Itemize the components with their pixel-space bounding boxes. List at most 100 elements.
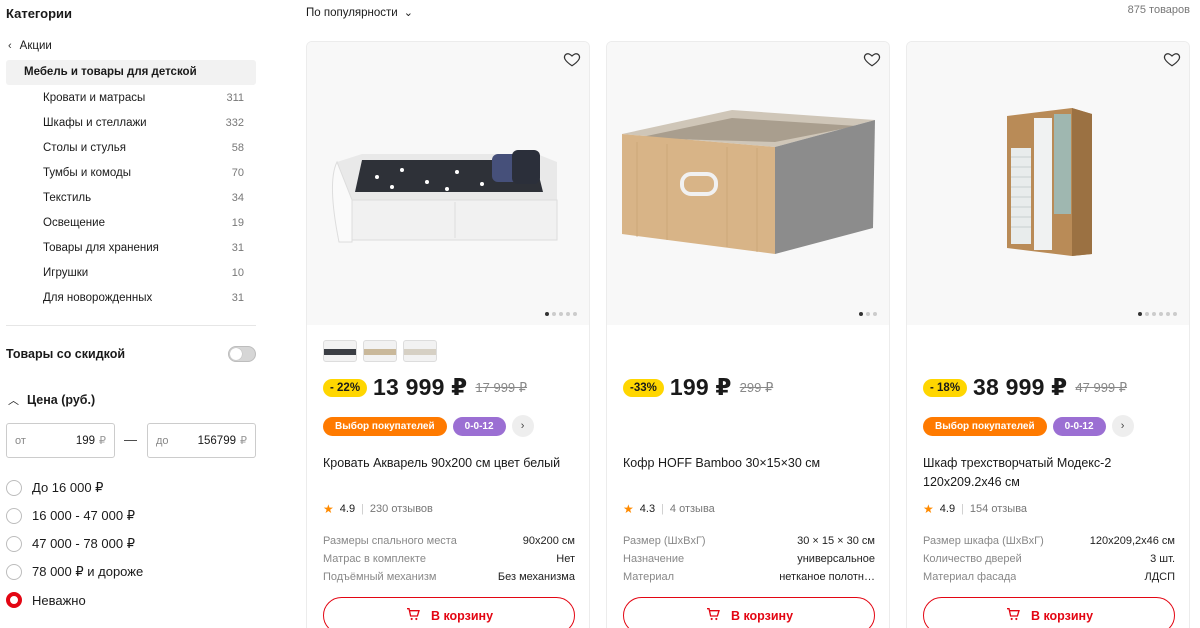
sidebar-item-toys[interactable]: Игрушки 10: [0, 260, 250, 285]
back-link[interactable]: ‹ Акции: [8, 40, 52, 52]
sidebar-item-storage[interactable]: Товары для хранения 31: [0, 235, 250, 260]
spec-row: Материал фасада ЛДСП: [923, 568, 1175, 586]
price-option-47000-78000[interactable]: 47 000 - 78 000 ₽: [6, 530, 143, 558]
image-pager[interactable]: [545, 312, 577, 316]
chevron-right-icon[interactable]: ›: [511, 415, 534, 437]
product-name[interactable]: Кровать Акварель 90x200 см цвет белый: [323, 454, 578, 473]
product-specs: Размер шкафа (ШxВxГ) 120x209,2x46 см Коли…: [923, 532, 1175, 586]
tag-installment[interactable]: 0-0-12: [452, 416, 506, 436]
sidebar-item-label: Для новорожденных: [43, 291, 153, 304]
sale-filter-label: Товары со скидкой: [6, 347, 126, 361]
spec-key: Материал фасада: [923, 571, 1017, 583]
product-card[interactable]: - 18% 38 999 ₽ 47 999 ₽ Выбор покупателе…: [906, 41, 1190, 628]
sidebar-item-count: 58: [231, 141, 244, 154]
product-tags: Выбор покупателей 0-0-12 ›: [923, 415, 1134, 437]
swatch-dark[interactable]: [323, 340, 357, 362]
price-option-label: Неважно: [32, 592, 86, 608]
toggle-knob: [230, 348, 242, 360]
add-to-cart-button[interactable]: В корзину: [923, 597, 1175, 628]
sidebar-item-count: 19: [231, 216, 244, 229]
review-count[interactable]: 4 отзыва: [670, 503, 715, 515]
separator: |: [361, 503, 364, 515]
spec-key: Размер шкафа (ШxВxГ): [923, 535, 1044, 547]
discount-badge: - 18%: [923, 378, 968, 397]
category-list: Кровати и матрасы 311 Шкафы и стеллажи 332…: [0, 85, 250, 310]
swatch-beige[interactable]: [363, 340, 397, 362]
product-image[interactable]: [607, 42, 889, 325]
price-range-dash: —: [124, 432, 137, 447]
sidebar-item-label: Тумбы и комоды: [43, 166, 132, 179]
chevron-up-icon: ︿: [8, 395, 19, 407]
price-from-field[interactable]: от 199 ₽: [6, 423, 115, 458]
sidebar-item-cabinets[interactable]: Тумбы и комоды 70: [0, 160, 250, 185]
radio-icon: [6, 564, 22, 580]
product-image[interactable]: [307, 42, 589, 325]
product-specs: Размеры спального места 90x200 см Матрас …: [323, 532, 575, 586]
product-card[interactable]: -33% 199 ₽ 299 ₽ Кофр HOFF Bamboo 30×15×…: [606, 41, 890, 628]
discount-badge: -33%: [623, 378, 664, 397]
product-specs: Размер (ШxВxГ) 30 × 15 × 30 см Назначение…: [623, 532, 875, 586]
price-option-16000-47000[interactable]: 16 000 - 47 000 ₽: [6, 502, 143, 530]
sale-filter: Товары со скидкой: [6, 346, 256, 362]
spec-value: 3 шт.: [1150, 553, 1175, 565]
add-to-cart-button[interactable]: В корзину: [623, 597, 875, 628]
price-to-prefix: до: [156, 434, 169, 447]
spec-value: 90x200 см: [522, 535, 575, 547]
add-to-cart-button[interactable]: В корзину: [323, 597, 575, 628]
price-filter-header[interactable]: ︿ Цена (руб.): [8, 392, 95, 408]
price-block: - 22% 13 999 ₽ 17 999 ₽: [323, 374, 527, 401]
review-count[interactable]: 154 отзыва: [970, 503, 1027, 515]
tag-installment[interactable]: 0-0-12: [1052, 416, 1106, 436]
price-to-field[interactable]: до 156799 ₽: [147, 423, 256, 458]
rating: ★ 4.3 | 4 отзыва: [623, 502, 715, 516]
spec-key: Размеры спального места: [323, 535, 457, 547]
sidebar-title: Категории: [6, 6, 73, 21]
sidebar-item-textile[interactable]: Текстиль 34: [0, 185, 250, 210]
spec-value: нетканое полотн…: [779, 571, 875, 583]
spec-row: Количество дверей 3 шт.: [923, 550, 1175, 568]
price-option-under-16000[interactable]: До 16 000 ₽: [6, 474, 143, 502]
sidebar-item-wardrobes[interactable]: Шкафы и стеллажи 332: [0, 110, 250, 135]
sidebar-item-active[interactable]: Мебель и товары для детской: [6, 60, 256, 85]
tag-customer-choice[interactable]: Выбор покупателей: [923, 416, 1047, 436]
sidebar-item-label: Столы и стулья: [43, 141, 126, 154]
image-pager[interactable]: [1138, 312, 1177, 316]
cart-icon: [1005, 606, 1021, 625]
sidebar-item-count: 10: [231, 266, 244, 279]
favorite-icon[interactable]: [863, 50, 881, 68]
product-image[interactable]: [907, 42, 1189, 325]
sale-toggle[interactable]: [228, 346, 256, 362]
product-card[interactable]: - 22% 13 999 ₽ 17 999 ₽ Выбор покупателе…: [306, 41, 590, 628]
review-count[interactable]: 230 отзывов: [370, 503, 433, 515]
favorite-icon[interactable]: [563, 50, 581, 68]
tag-customer-choice[interactable]: Выбор покупателей: [323, 416, 447, 436]
back-link-label: Акции: [19, 40, 52, 52]
sidebar-item-lighting[interactable]: Освещение 19: [0, 210, 250, 235]
star-icon: ★: [923, 502, 934, 516]
chevron-down-icon: ⌄: [403, 7, 413, 19]
radio-selected-icon: [6, 592, 22, 608]
cart-icon: [705, 606, 721, 625]
sidebar-item-beds[interactable]: Кровати и матрасы 311: [0, 85, 250, 110]
spec-row: Размеры спального места 90x200 см: [323, 532, 575, 550]
swatch-light[interactable]: [403, 340, 437, 362]
sort-dropdown[interactable]: По популярности ⌄: [306, 6, 413, 20]
sidebar-item-newborn[interactable]: Для новорожденных 31: [0, 285, 250, 310]
favorite-icon[interactable]: [1163, 50, 1181, 68]
image-pager[interactable]: [859, 312, 877, 316]
price-to-value: 156799: [197, 434, 236, 447]
spec-key: Материал: [623, 571, 674, 583]
sidebar-item-tables[interactable]: Столы и стулья 58: [0, 135, 250, 160]
sidebar-item-count: 31: [231, 241, 244, 254]
rating: ★ 4.9 | 154 отзыва: [923, 502, 1027, 516]
current-price: 13 999 ₽: [373, 374, 468, 400]
price-option-any[interactable]: Неважно: [6, 586, 143, 614]
price-option-over-78000[interactable]: 78 000 ₽ и дороже: [6, 558, 143, 586]
price-option-label: 47 000 - 78 000 ₽: [32, 536, 135, 551]
product-name[interactable]: Кофр HOFF Bamboo 30×15×30 см: [623, 454, 878, 473]
sidebar-item-count: 70: [231, 166, 244, 179]
price-option-label: До 16 000 ₽: [32, 480, 104, 495]
product-name[interactable]: Шкаф трехстворчатый Модекс-2 120x209.2x4…: [923, 454, 1178, 492]
chevron-right-icon[interactable]: ›: [1111, 415, 1134, 437]
old-price: 17 999 ₽: [475, 379, 528, 395]
